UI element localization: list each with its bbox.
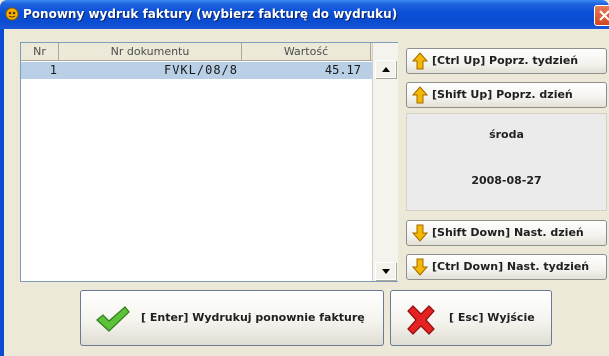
title-bar[interactable]: Ponowny wydruk faktury (wybierz fakturę … <box>0 0 609 29</box>
close-button[interactable] <box>594 5 609 26</box>
next-day-label: [Shift Down] Nast. dzień <box>432 226 584 239</box>
table-row[interactable]: 1 FVKL/08/8 45.17 <box>21 62 372 79</box>
arrow-down-icon <box>412 224 428 242</box>
cell-nr-kasy: 1 <box>49 63 57 77</box>
day-name: środa <box>489 128 524 141</box>
arrow-down-icon <box>412 258 428 276</box>
window-border-left <box>0 29 4 356</box>
checkmark-icon <box>96 306 130 332</box>
print-again-label: [ Enter] Wydrukuj ponownie fakturę <box>141 311 365 324</box>
prev-week-button[interactable]: [Ctrl Up] Poprz. tydzień <box>406 48 607 74</box>
window-title: Ponowny wydruk faktury (wybierz fakturę … <box>23 7 398 21</box>
column-header-wartosc[interactable]: Wartość <box>242 43 371 61</box>
date-panel: środa 2008-08-27 <box>406 113 607 211</box>
exit-button[interactable]: [ Esc] Wyjście <box>390 290 552 346</box>
print-again-button[interactable]: [ Enter] Wydrukuj ponownie fakturę <box>80 290 384 346</box>
next-week-button[interactable]: [Ctrl Down] Nast. tydzień <box>406 254 607 280</box>
scroll-down-button[interactable] <box>375 262 396 280</box>
arrow-up-icon <box>412 52 428 70</box>
table-header: Nr kasy Nr dokumentu Wartość <box>21 43 372 76</box>
column-header-nr-kasy[interactable]: Nr kasy <box>21 43 59 76</box>
next-week-label: [Ctrl Down] Nast. tydzień <box>432 260 590 273</box>
cell-nr-dokumentu: FVKL/08/8 <box>163 63 238 77</box>
arrow-up-icon <box>412 86 428 104</box>
prev-day-label: [Shift Up] Poprz. dzień <box>432 88 573 101</box>
column-header-nr-dokumentu[interactable]: Nr dokumentu <box>59 43 242 61</box>
reprint-invoice-dialog: Ponowny wydruk faktury (wybierz fakturę … <box>0 0 609 356</box>
prev-day-button[interactable]: [Shift Up] Poprz. dzień <box>406 82 607 108</box>
scroll-up-button[interactable] <box>375 60 396 78</box>
scroll-down-icon <box>382 269 390 274</box>
app-icon <box>5 7 19 21</box>
next-day-button[interactable]: [Shift Down] Nast. dzień <box>406 220 607 246</box>
close-icon <box>599 10 609 21</box>
cell-wartosc: 45.17 <box>324 63 361 77</box>
exit-label: [ Esc] Wyjście <box>449 311 535 324</box>
current-date: 2008-08-27 <box>471 174 542 187</box>
invoice-table[interactable]: Nr kasy Nr dokumentu Wartość 1 FVKL/08/8… <box>20 42 398 282</box>
prev-week-label: [Ctrl Up] Poprz. tydzień <box>432 54 579 67</box>
scroll-up-icon <box>382 67 390 72</box>
vertical-scrollbar[interactable] <box>372 43 398 281</box>
cross-icon <box>407 305 435 335</box>
